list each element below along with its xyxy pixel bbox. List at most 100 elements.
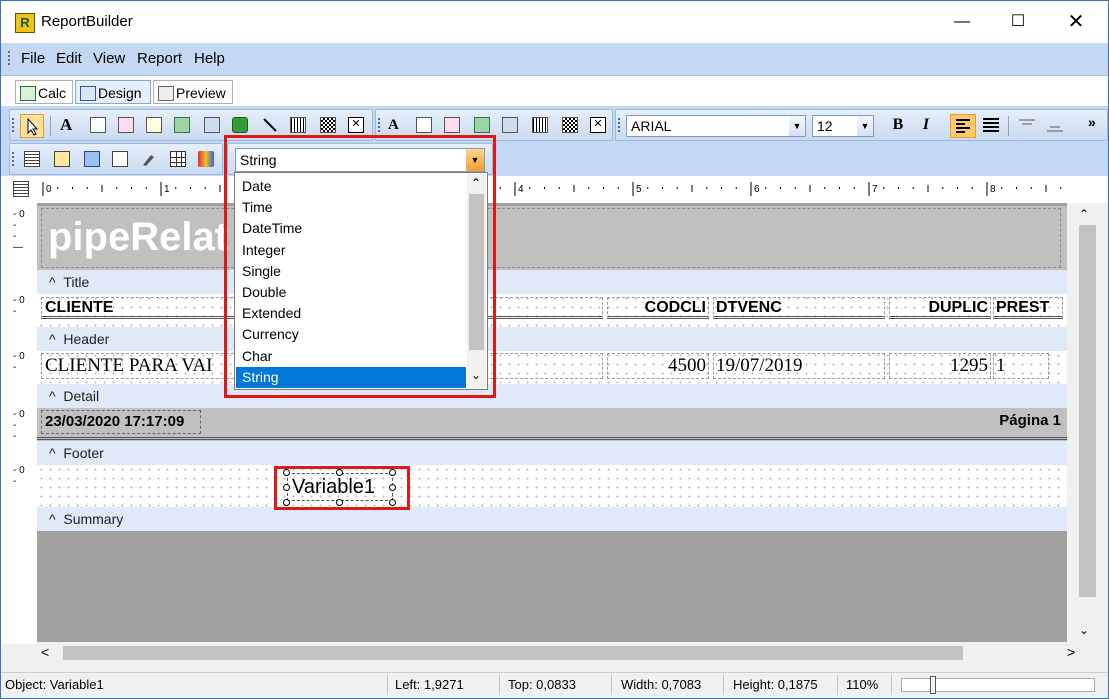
zoom-slider-thumb[interactable] <box>930 676 936 694</box>
checkbox-tool-icon[interactable]: ✕ <box>348 117 364 133</box>
band-label-footer[interactable]: ^ Footer <box>37 441 1067 465</box>
ruler-units-icon[interactable] <box>13 181 29 197</box>
align-left-icon[interactable] <box>950 114 976 138</box>
subreport-icon[interactable] <box>84 151 100 167</box>
menu-file[interactable]: File <box>21 50 45 67</box>
band-label-header[interactable]: ^ Header <box>37 327 1067 351</box>
system-variable-tool-icon[interactable] <box>174 117 190 133</box>
header-codcli[interactable]: CODCLI <box>607 297 709 319</box>
report-canvas: pipeRelat ^ Title CLIENTE CODCLI DTVENC … <box>37 203 1067 644</box>
dbbarcode-tool-icon[interactable] <box>532 117 548 133</box>
label-tool-icon[interactable]: A <box>60 116 76 133</box>
align-top-icon[interactable] <box>1016 117 1038 133</box>
toolbar-grip <box>12 152 17 166</box>
richtext-tool-icon[interactable] <box>118 117 134 133</box>
menu-bar: File Edit View Report Help <box>1 43 1108 76</box>
crosstab-icon[interactable] <box>198 151 214 167</box>
bold-icon[interactable]: B <box>890 117 906 133</box>
pen-icon[interactable] <box>140 151 156 167</box>
band-label-summary[interactable]: ^ Summary <box>37 507 1067 531</box>
tab-preview[interactable]: Preview <box>153 80 233 104</box>
detail-band[interactable]: CLIENTE PARA VAI 4500 19/07/2019 1295 1 <box>37 351 1067 384</box>
ruler-title-zero: - 0- - — <box>13 209 25 253</box>
menu-report[interactable]: Report <box>137 50 182 67</box>
title-text: pipeRelat <box>48 215 229 259</box>
highlight-variable1 <box>274 466 410 510</box>
memo-tool-icon[interactable] <box>90 117 106 133</box>
toolbar-overflow-icon[interactable]: » <box>1088 114 1096 130</box>
toolbars: A ✕ A ✕ ARIAL ▼ 12 ▼ B I » String ▼ <box>1 106 1108 176</box>
footer-datetime[interactable]: 23/03/2020 17:17:09 <box>41 410 201 434</box>
vertical-scrollbar[interactable]: ⌃ ⌄ <box>1067 203 1108 644</box>
barcode-tool-icon[interactable] <box>290 117 306 133</box>
vertical-scroll-thumb[interactable] <box>1079 225 1096 597</box>
band-label-title[interactable]: ^ Title <box>37 270 1067 294</box>
shape-tool-icon[interactable] <box>232 117 248 133</box>
ruler-number: 0 <box>46 184 52 195</box>
report-tree-icon[interactable] <box>24 151 40 167</box>
font-name-combo[interactable]: ARIAL ▼ <box>626 115 806 137</box>
status-zoom: 110% <box>846 677 879 692</box>
header-duplic[interactable]: DUPLIC <box>889 297 991 319</box>
toolbar-grip <box>618 118 623 132</box>
dbimage-tool-icon[interactable] <box>502 117 518 133</box>
image-tool-icon[interactable] <box>204 117 220 133</box>
status-separator <box>611 675 612 695</box>
horizontal-scrollbar[interactable]: < > <box>37 642 1108 664</box>
dbmemo-tool-icon[interactable] <box>416 117 432 133</box>
header-prest[interactable]: PREST <box>993 297 1063 319</box>
status-width: Width: 0,7083 <box>621 677 702 692</box>
2d-barcode-tool-icon[interactable] <box>320 117 336 133</box>
header-dtvenc[interactable]: DTVENC <box>713 297 885 319</box>
ruler-number: 4 <box>518 184 524 195</box>
align-justify-icon[interactable] <box>980 117 1002 133</box>
menu-edit[interactable]: Edit <box>56 50 82 67</box>
tab-bar: Calc Design Preview <box>1 76 1108 106</box>
title-band[interactable]: pipeRelat <box>37 206 1067 270</box>
scroll-right-icon[interactable]: > <box>1067 644 1075 660</box>
horizontal-scroll-thumb[interactable] <box>63 646 963 660</box>
band-label-detail[interactable]: ^ Detail <box>37 384 1067 408</box>
dbcheckbox-tool-icon[interactable]: ✕ <box>590 117 606 133</box>
title-field[interactable]: pipeRelat <box>41 208 1061 268</box>
menu-view[interactable]: View <box>93 50 125 67</box>
db2d-barcode-tool-icon[interactable] <box>562 117 578 133</box>
dbcalc-tool-icon[interactable] <box>474 117 490 133</box>
footer-page[interactable]: Página 1 <box>971 410 1063 434</box>
font-size-combo[interactable]: 12 ▼ <box>812 115 874 137</box>
close-button[interactable]: ✕ <box>1053 7 1099 37</box>
select-arrow-icon[interactable] <box>20 114 44 138</box>
dbtext-tool-icon[interactable]: A <box>388 117 404 133</box>
scroll-left-icon[interactable]: < <box>41 644 49 660</box>
band-footer-label: Footer <box>63 445 104 461</box>
tab-design[interactable]: Design <box>75 80 151 104</box>
scroll-up-icon[interactable]: ⌃ <box>1079 207 1089 221</box>
italic-icon[interactable]: I <box>918 117 934 133</box>
preview-icon <box>158 86 174 101</box>
tab-calc-label: Calc <box>38 85 67 101</box>
detail-codcli[interactable]: 4500 <box>607 353 709 379</box>
detail-duplic[interactable]: 1295 <box>889 353 991 379</box>
footer-band[interactable]: 23/03/2020 17:17:09 Página 1 <box>37 408 1067 441</box>
status-separator <box>387 675 388 695</box>
menu-help[interactable]: Help <box>194 50 225 67</box>
status-height: Height: 0,1875 <box>733 677 818 692</box>
report-tree-toolbar <box>9 143 223 175</box>
maximize-button[interactable]: ☐ <box>995 7 1041 37</box>
dbrichtext-tool-icon[interactable] <box>444 117 460 133</box>
minimize-button[interactable]: — <box>939 7 985 37</box>
summary-band[interactable]: Variable1 <box>37 465 1067 507</box>
zoom-slider[interactable] <box>901 676 1095 694</box>
scroll-down-icon[interactable]: ⌄ <box>1079 623 1089 637</box>
detail-dtvenc[interactable]: 19/07/2019 <box>713 353 885 379</box>
chevron-up-icon: ^ <box>49 388 64 404</box>
align-bottom-icon[interactable] <box>1044 117 1066 133</box>
region-icon[interactable] <box>112 151 128 167</box>
header-band[interactable]: CLIENTE CODCLI DTVENC DUPLIC PREST <box>37 294 1067 327</box>
tab-calc[interactable]: Calc <box>15 80 73 104</box>
table-icon[interactable] <box>170 151 186 167</box>
detail-prest[interactable]: 1 <box>993 353 1049 379</box>
calc-variable-tool-icon[interactable] <box>146 117 162 133</box>
line-tool-icon[interactable] <box>262 117 278 133</box>
data-tree-icon[interactable] <box>54 151 70 167</box>
